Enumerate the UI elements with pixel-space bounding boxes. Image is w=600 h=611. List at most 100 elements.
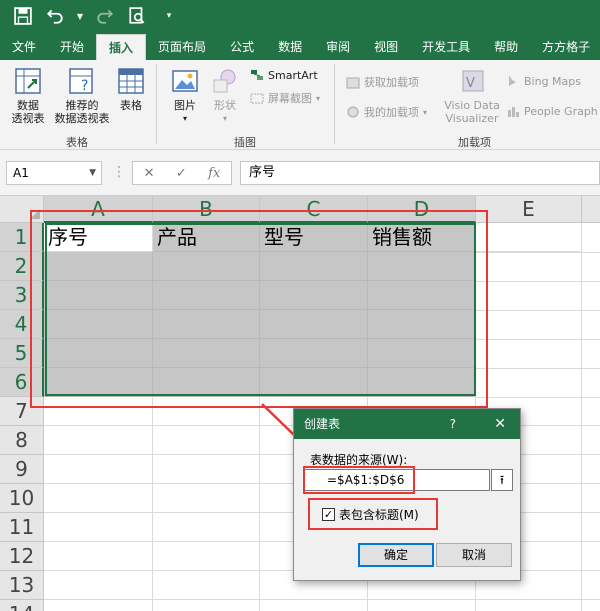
row-header[interactable]: 5 xyxy=(0,339,44,368)
row-header[interactable]: 3 xyxy=(0,281,44,310)
visio-label-2: Visualizer xyxy=(445,112,499,125)
my-addins-button[interactable]: 我的加载项 ▾ xyxy=(346,104,427,120)
recommended-pivot-button[interactable]: ? 推荐的 数据透视表 xyxy=(52,66,112,125)
tab-file[interactable]: 文件 xyxy=(0,34,48,60)
chevron-down-icon: ▾ xyxy=(423,107,428,117)
name-box[interactable]: A1 ▼ xyxy=(6,161,102,185)
quick-access-toolbar: ▼ ▾ xyxy=(0,0,600,32)
row-header[interactable]: 6 xyxy=(0,368,44,397)
column-header-e[interactable]: E xyxy=(476,196,582,223)
row-header[interactable]: 12 xyxy=(0,542,44,571)
row-header[interactable]: 14 xyxy=(0,600,44,611)
recommended-pivot-label-2: 数据透视表 xyxy=(54,112,110,125)
addins-group-label: 加载项 xyxy=(458,136,491,149)
tab-data[interactable]: 数据 xyxy=(266,34,314,60)
formula-bar: A1 ▼ ⋮ ✕ ✓ fx 序号 xyxy=(0,150,600,196)
chevron-down-icon: ▾ xyxy=(182,114,187,123)
collapse-dialog-button[interactable]: ⭱ xyxy=(491,469,513,491)
tab-review[interactable]: 审阅 xyxy=(314,34,362,60)
screenshot-button[interactable]: 屏幕截图 ▾ xyxy=(250,90,320,106)
has-headers-checkbox[interactable]: ✓ 表包含标题(M) xyxy=(322,506,419,523)
insert-function-button[interactable]: fx xyxy=(208,166,220,181)
more-icon: ⋮ xyxy=(112,164,126,180)
tab-home[interactable]: 开始 xyxy=(48,34,96,60)
column-header-f[interactable] xyxy=(582,196,600,223)
shapes-button[interactable]: 形状 ▾ xyxy=(208,66,242,125)
row-header[interactable]: 4 xyxy=(0,310,44,339)
addin-icon xyxy=(347,106,359,118)
tab-formulas[interactable]: 公式 xyxy=(218,34,266,60)
column-header-a[interactable]: A xyxy=(44,196,153,223)
pictures-label: 图片 xyxy=(174,99,196,112)
smartart-label: SmartArt xyxy=(268,68,318,82)
screenshot-icon xyxy=(250,93,264,104)
pivot-table-label-1: 数据 xyxy=(17,99,39,112)
shapes-label: 形状 xyxy=(214,99,236,112)
pivot-table-label-2: 透视表 xyxy=(11,112,45,125)
help-icon[interactable]: ? xyxy=(450,409,456,439)
tab-ffcell[interactable]: 方方格子 xyxy=(530,34,600,60)
row-header[interactable]: 1 xyxy=(0,223,44,252)
visio-label-1: Visio Data xyxy=(444,99,500,112)
row-header[interactable]: 11 xyxy=(0,513,44,542)
tab-help[interactable]: 帮助 xyxy=(482,34,530,60)
bing-maps-button[interactable]: Bing Maps xyxy=(506,74,581,88)
tab-developer[interactable]: 开发工具 xyxy=(410,34,482,60)
row-header[interactable]: 8 xyxy=(0,426,44,455)
pictures-button[interactable]: 图片 ▾ xyxy=(168,66,202,125)
svg-text:V: V xyxy=(466,76,475,91)
get-addins-button[interactable]: 获取加载项 xyxy=(346,74,419,90)
create-table-dialog: 创建表 ? ✕ 表数据的来源(W): =$A$1:$D$6 ⭱ ✓ 表包含标题(… xyxy=(293,408,521,581)
redo-icon xyxy=(94,5,116,27)
customize-toolbar-icon[interactable]: ▾ xyxy=(158,5,180,27)
formula-input[interactable]: 序号 xyxy=(240,161,600,185)
bing-maps-label: Bing Maps xyxy=(524,74,581,88)
column-header-c[interactable]: C xyxy=(260,196,368,223)
select-all-button[interactable] xyxy=(0,196,44,223)
my-addins-label: 我的加载项 xyxy=(364,106,419,119)
column-header-d[interactable]: D xyxy=(368,196,476,223)
row-header[interactable]: 7 xyxy=(0,397,44,426)
range-input[interactable]: =$A$1:$D$6 xyxy=(304,469,490,491)
row-header[interactable]: 2 xyxy=(0,252,44,281)
smartart-icon xyxy=(251,70,263,80)
save-icon[interactable] xyxy=(12,5,34,27)
smartart-button[interactable]: SmartArt xyxy=(250,68,318,82)
group-divider xyxy=(334,64,335,144)
picture-icon xyxy=(172,70,198,92)
column-header-b[interactable]: B xyxy=(153,196,260,223)
visio-visualizer-button[interactable]: V Visio Data Visualizer xyxy=(444,66,500,125)
row-header[interactable]: 13 xyxy=(0,571,44,600)
chevron-down-icon[interactable]: ▼ xyxy=(89,162,96,184)
group-divider xyxy=(156,64,157,144)
pivot-table-icon xyxy=(15,68,41,94)
chevron-down-icon[interactable]: ▼ xyxy=(76,5,84,27)
undo-icon[interactable] xyxy=(44,5,66,27)
bing-maps-icon xyxy=(509,75,516,86)
visio-icon: V xyxy=(462,70,484,92)
illustrations-group-label: 插图 xyxy=(234,136,256,149)
row-header[interactable]: 9 xyxy=(0,455,44,484)
collapse-arrow-icon: ⭱ xyxy=(499,473,505,487)
tab-view[interactable]: 视图 xyxy=(362,34,410,60)
print-preview-icon[interactable] xyxy=(126,5,148,27)
recommended-pivot-icon: ? xyxy=(69,68,93,94)
close-icon[interactable]: ✕ xyxy=(494,409,506,439)
cancel-button[interactable]: 取消 xyxy=(436,543,512,567)
check-icon[interactable]: ✓ xyxy=(176,166,187,181)
shapes-icon xyxy=(213,69,236,93)
people-graph-label: People Graph xyxy=(524,104,598,118)
store-icon xyxy=(346,77,360,89)
people-graph-button[interactable]: People Graph xyxy=(506,104,598,118)
row-header[interactable]: 10 xyxy=(0,484,44,513)
recommended-pivot-label-1: 推荐的 xyxy=(65,99,99,112)
svg-text:?: ? xyxy=(81,78,88,94)
table-button[interactable]: 表格 xyxy=(114,66,148,112)
name-box-value: A1 xyxy=(13,166,29,180)
tab-page-layout[interactable]: 页面布局 xyxy=(146,34,218,60)
pivot-table-button[interactable]: 数据 透视表 xyxy=(8,66,48,125)
cancel-icon[interactable]: ✕ xyxy=(144,166,155,181)
tab-insert[interactable]: 插入 xyxy=(96,34,147,60)
ok-button[interactable]: 确定 xyxy=(358,543,434,567)
checkbox-checked-icon[interactable]: ✓ xyxy=(322,508,335,521)
